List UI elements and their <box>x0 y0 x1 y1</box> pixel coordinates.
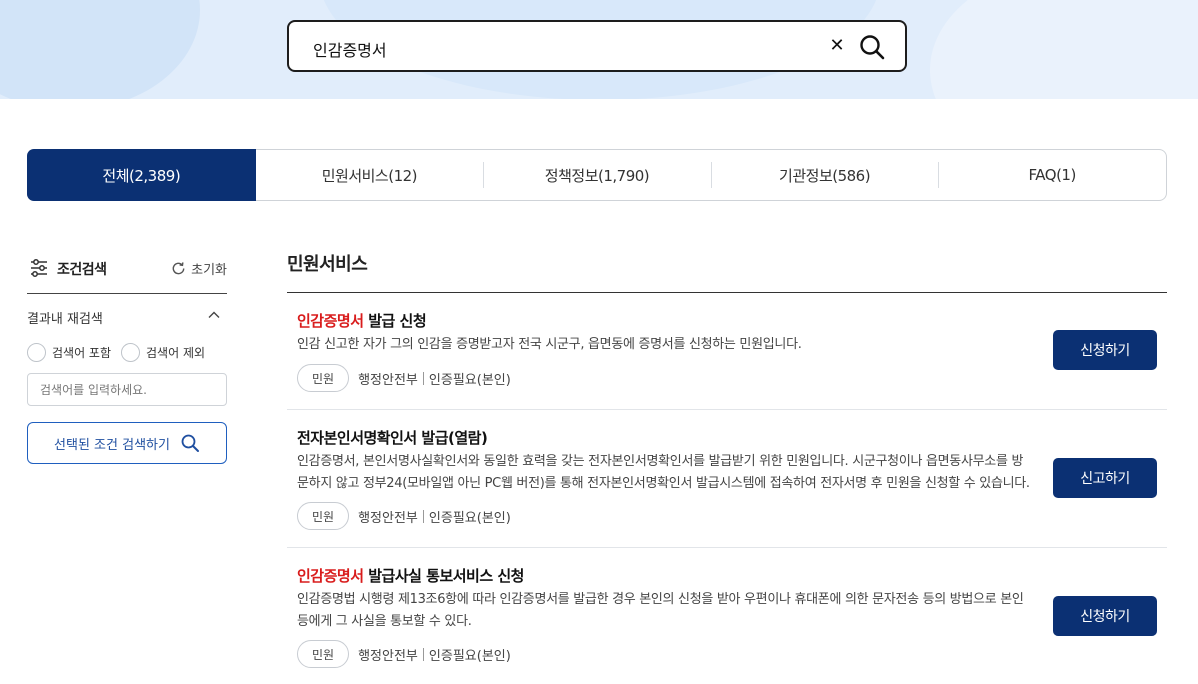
apply-button[interactable]: 신청하기 <box>1053 596 1157 636</box>
item-description: 인감증명법 시행령 제13조6항에 따라 인감증명서를 발급한 경우 본인의 신… <box>297 592 1024 629</box>
tab-policy-info[interactable]: 정책정보(1,790) <box>483 150 711 200</box>
header-banner: 인감증명서 ✕ <box>0 0 1198 99</box>
search-box[interactable]: 인감증명서 ✕ <box>287 20 907 72</box>
title-text: 발급 신청 <box>363 312 427 330</box>
banner-decoration <box>930 0 1198 99</box>
agency-name: 행정안전부 <box>358 510 418 526</box>
divider <box>422 509 424 523</box>
radio-circle[interactable] <box>121 343 141 362</box>
refine-search-input[interactable] <box>27 373 227 406</box>
title-text: 발급사실 통보서비스 신청 <box>363 567 524 585</box>
radio-circle[interactable] <box>27 343 46 362</box>
tab-agency-info[interactable]: 기관정보(586) <box>710 150 939 200</box>
category-badge: 민원 <box>297 364 350 392</box>
auth-requirement: 인증필요(본인) <box>428 510 511 526</box>
item-title[interactable]: 전자본인서명확인서 발급(열람) <box>297 427 488 448</box>
apply-filter-label: 선택된 조건 검색하기 <box>54 437 170 453</box>
exclude-keyword-label: 검색어 제외 <box>146 346 206 360</box>
banner-decoration <box>0 0 200 99</box>
reset-label: 초기화 <box>191 263 227 278</box>
apply-filter-button[interactable]: 선택된 조건 검색하기 <box>27 422 227 464</box>
auth-requirement: 인증필요(본인) <box>428 648 511 664</box>
list-item: 인감증명서 발급사실 통보서비스 신청 인감증명법 시행령 제13조6항에 따라… <box>287 548 1167 684</box>
include-keyword-radio[interactable]: 검색어 포함 <box>27 343 111 362</box>
sliders-icon <box>31 259 47 277</box>
filter-panel: 조건검색 초기화 결과내 재검색 검색어 포함 검색어 제외 선택된 조건 검색… <box>27 250 227 464</box>
apply-button[interactable]: 신청하기 <box>1053 330 1157 370</box>
item-meta: 민원 행정안전부 인증필요(본인) <box>297 364 511 392</box>
category-badge: 민원 <box>297 502 350 530</box>
results-section: 민원서비스 인감증명서 발급 신청 인감 신고한 자가 그의 인감을 증명받고자… <box>287 250 1167 684</box>
item-meta: 민원 행정안전부 인증필요(본인) <box>297 640 511 668</box>
reset-button[interactable]: 초기화 <box>170 259 227 278</box>
item-description: 인감 신고한 자가 그의 인감을 증명받고자 전국 시군구, 읍면동에 증명서를… <box>297 337 802 352</box>
list-item: 인감증명서 발급 신청 인감 신고한 자가 그의 인감을 증명받고자 전국 시군… <box>287 293 1167 410</box>
tab-faq[interactable]: FAQ(1) <box>938 150 1166 200</box>
section-title: 민원서비스 <box>287 250 1167 293</box>
tab-all[interactable]: 전체(2,389) <box>27 149 256 201</box>
list-item: 전자본인서명확인서 발급(열람) 인감증명서, 본인서명사실확인서와 동일한 효… <box>287 410 1167 548</box>
category-badge: 민원 <box>297 640 350 668</box>
include-keyword-label: 검색어 포함 <box>52 346 112 360</box>
refine-options: 검색어 포함 검색어 제외 <box>27 343 205 362</box>
title-highlight: 인감증명서 <box>297 567 364 585</box>
auth-requirement: 인증필요(본인) <box>428 372 511 388</box>
search-icon <box>181 434 199 452</box>
chevron-up-icon[interactable] <box>207 308 221 322</box>
divider <box>422 371 424 385</box>
item-title[interactable]: 인감증명서 발급 신청 <box>297 310 427 331</box>
agency-name: 행정안전부 <box>358 648 418 664</box>
clear-icon[interactable]: ✕ <box>827 34 847 58</box>
tab-civil-services[interactable]: 민원서비스(12) <box>256 150 484 200</box>
report-button[interactable]: 신고하기 <box>1053 458 1157 498</box>
refine-search-label: 결과내 재검색 <box>27 312 103 327</box>
filter-header: 조건검색 초기화 <box>27 250 227 294</box>
divider <box>422 647 424 661</box>
exclude-keyword-radio[interactable]: 검색어 제외 <box>121 343 205 362</box>
item-description: 인감증명서, 본인서명사실확인서와 동일한 효력을 갖는 전자본인서명확인서를 … <box>297 454 1030 491</box>
title-highlight: 인감증명서 <box>297 312 364 330</box>
category-tabs: 전체(2,389) 민원서비스(12) 정책정보(1,790) 기관정보(586… <box>27 149 1167 201</box>
agency-name: 행정안전부 <box>358 372 418 388</box>
refresh-icon <box>172 262 185 275</box>
search-icon[interactable] <box>858 33 886 61</box>
item-title[interactable]: 인감증명서 발급사실 통보서비스 신청 <box>297 565 524 586</box>
filter-title: 조건검색 <box>57 262 107 278</box>
item-meta: 민원 행정안전부 인증필요(본인) <box>297 502 511 530</box>
search-input[interactable]: 인감증명서 <box>313 37 387 61</box>
title-text: 전자본인서명확인서 발급(열람) <box>297 429 488 447</box>
